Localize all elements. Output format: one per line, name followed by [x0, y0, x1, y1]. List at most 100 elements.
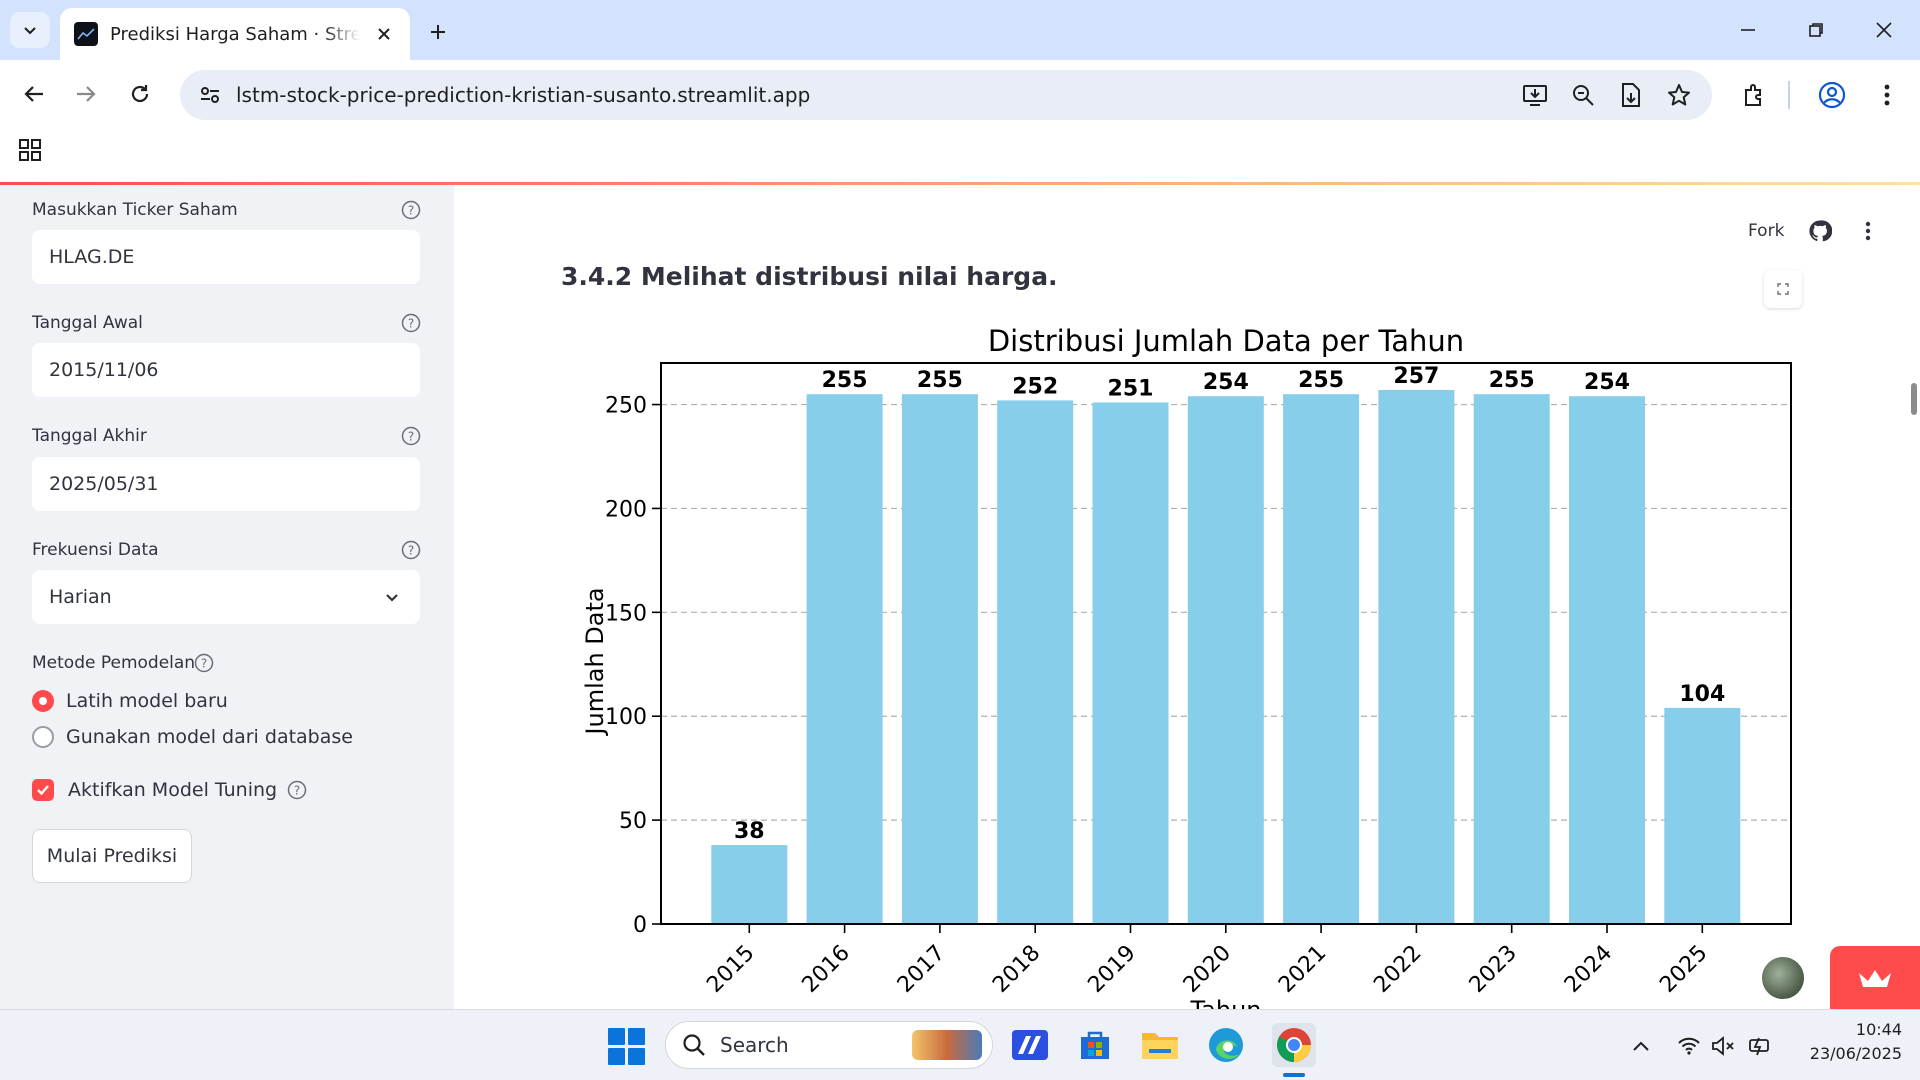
ticker-value: HLAG.DE	[49, 246, 135, 268]
restore-icon	[1809, 23, 1823, 37]
x-tick-label: 2018	[988, 941, 1045, 998]
fork-button[interactable]: Fork	[1748, 221, 1784, 241]
x-tick-label: 2019	[1083, 941, 1140, 998]
x-tick-label: 2024	[1560, 941, 1617, 998]
install-app-icon[interactable]	[1520, 80, 1550, 110]
frequency-label: Frekuensi Data	[32, 540, 159, 560]
reload-button[interactable]	[120, 74, 160, 114]
new-tab-button[interactable]	[422, 16, 454, 48]
taskbar-search[interactable]: Search	[665, 1021, 993, 1069]
app-menu-icon[interactable]	[1854, 217, 1882, 245]
browser-tab-active[interactable]: Prediksi Harga Saham · Streamlit	[60, 8, 410, 60]
svg-text:?: ?	[408, 204, 414, 218]
y-axis-label: Jumlah Data	[581, 587, 609, 736]
windows-start-icon[interactable]	[606, 1026, 646, 1066]
x-tick-label: 2016	[798, 941, 855, 998]
y-tick-label: 50	[619, 809, 647, 834]
help-icon[interactable]: ?	[400, 312, 422, 334]
x-tick-label: 2017	[893, 941, 950, 998]
close-window-button[interactable]	[1862, 12, 1906, 48]
ticker-input[interactable]: HLAG.DE	[32, 230, 420, 284]
bar	[1187, 396, 1264, 924]
avatar[interactable]	[1760, 955, 1806, 1001]
y-tick-label: 0	[633, 913, 647, 938]
bar	[1569, 396, 1645, 924]
end-date-value: 2025/05/31	[49, 473, 159, 495]
radio-latih-model-baru[interactable]: Latih model baru	[32, 690, 228, 712]
radio-selected[interactable]	[32, 690, 54, 712]
url-text: lstm-stock-price-prediction-kristian-sus…	[236, 83, 811, 107]
file-explorer-icon[interactable]	[1138, 1023, 1182, 1067]
radio-unselected[interactable]	[32, 726, 54, 748]
x-tick-label: 2021	[1274, 941, 1331, 998]
chevron-up-icon[interactable]	[1628, 1033, 1654, 1059]
zoom-icon[interactable]	[1568, 80, 1598, 110]
wifi-icon[interactable]	[1676, 1033, 1702, 1059]
help-icon[interactable]: ?	[287, 780, 307, 800]
bars	[711, 390, 1741, 925]
chart-title: Distribusi Jumlah Data per Tahun	[988, 324, 1464, 358]
radio-gunakan-model-database[interactable]: Gunakan model dari database	[32, 726, 353, 748]
frequency-select[interactable]: Harian	[32, 570, 420, 624]
help-icon[interactable]: ?	[193, 652, 215, 674]
start-date-value: 2015/11/06	[49, 359, 159, 381]
taskbar-app-icon[interactable]	[1008, 1023, 1052, 1067]
x-axis-ticks: 2015 2016 2017 2018 2019 2020 2021 2022 2023 2024…	[702, 924, 1713, 998]
streamlit-badge[interactable]	[1830, 946, 1920, 1010]
forward-button[interactable]	[66, 74, 106, 114]
check-icon	[37, 785, 49, 796]
ticker-label: Masukkan Ticker Saham	[32, 200, 238, 220]
help-icon[interactable]: ?	[400, 539, 422, 561]
help-icon[interactable]: ?	[400, 425, 422, 447]
frequency-value: Harian	[49, 586, 112, 608]
run-prediction-button[interactable]: Mulai Prediksi	[32, 829, 192, 883]
y-tick-label: 100	[605, 705, 647, 730]
minimize-icon	[1741, 29, 1755, 31]
battery-icon[interactable]	[1746, 1033, 1772, 1059]
site-info-icon[interactable]	[196, 81, 224, 109]
edge-browser-icon[interactable]	[1204, 1023, 1248, 1067]
x-tick-label: 2023	[1465, 941, 1522, 998]
browser-menu-icon[interactable]	[1870, 78, 1904, 112]
omnibox-actions	[1520, 80, 1694, 110]
volume-muted-icon[interactable]	[1710, 1033, 1736, 1059]
back-button[interactable]	[14, 74, 54, 114]
address-bar[interactable]: lstm-stock-price-prediction-kristian-sus…	[180, 70, 1712, 120]
data-label: 255	[822, 368, 868, 393]
search-placeholder: Search	[720, 1033, 789, 1057]
github-icon[interactable]	[1806, 217, 1834, 245]
apps-grid-icon[interactable]	[16, 136, 44, 164]
chevron-down-icon	[24, 27, 36, 35]
chrome-browser-icon[interactable]	[1272, 1023, 1316, 1067]
start-date-input[interactable]: 2015/11/06	[32, 343, 420, 397]
bookmark-star-icon[interactable]	[1664, 80, 1694, 110]
bar	[997, 400, 1074, 924]
end-date-input[interactable]: 2025/05/31	[32, 457, 420, 511]
minimize-button[interactable]	[1726, 12, 1770, 48]
microsoft-store-icon[interactable]	[1073, 1023, 1117, 1067]
tab-close-icon[interactable]	[372, 22, 396, 46]
profile-icon[interactable]	[1815, 78, 1849, 112]
start-date-label: Tanggal Awal	[32, 313, 143, 333]
x-tick-label: 2015	[702, 941, 759, 998]
scrollbar-thumb[interactable]	[1911, 383, 1917, 415]
tuning-checkbox-row[interactable]: Aktifkan Model Tuning ?	[32, 779, 307, 801]
data-label: 255	[917, 368, 963, 393]
data-label: 38	[734, 819, 765, 844]
help-icon[interactable]: ?	[400, 199, 422, 221]
fullscreen-button[interactable]	[1764, 270, 1802, 308]
svg-text:?: ?	[408, 544, 414, 558]
y-axis-ticks: 0 50 100 150 200 250	[605, 394, 661, 938]
tab-search-button[interactable]	[10, 12, 50, 48]
svg-text:?: ?	[408, 317, 414, 331]
x-axis-label: Tahun	[1189, 996, 1261, 1009]
restore-button[interactable]	[1794, 12, 1838, 48]
save-page-icon[interactable]	[1616, 80, 1646, 110]
crown-icon	[1859, 970, 1891, 987]
reload-icon	[131, 85, 149, 103]
radio-label: Latih model baru	[66, 690, 228, 712]
bar	[1283, 394, 1360, 925]
extensions-icon[interactable]	[1737, 78, 1771, 112]
tuning-checkbox[interactable]	[32, 779, 54, 801]
arrow-left-icon	[24, 86, 43, 102]
